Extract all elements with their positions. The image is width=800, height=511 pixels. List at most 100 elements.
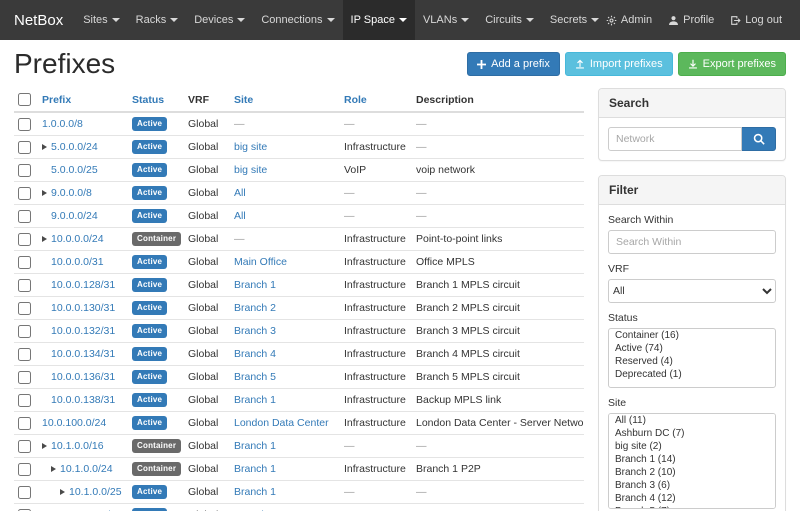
prefix-link[interactable]: 5.0.0.0/25 xyxy=(51,164,98,176)
row-checkbox[interactable] xyxy=(18,348,31,361)
nav-item-profile[interactable]: Profile xyxy=(660,0,722,40)
role-value: Infrastructure xyxy=(344,256,406,268)
add-a-prefix-button[interactable]: Add a prefix xyxy=(467,52,560,76)
row-checkbox[interactable] xyxy=(18,325,31,338)
prefix-link[interactable]: 10.1.0.0/24 xyxy=(60,463,113,475)
site-link[interactable]: big site xyxy=(234,141,267,153)
row-checkbox[interactable] xyxy=(18,417,31,430)
expand-caret-icon xyxy=(42,443,47,449)
prefix-link[interactable]: 5.0.0.0/24 xyxy=(51,141,98,153)
row-checkbox[interactable] xyxy=(18,164,31,177)
site-link[interactable]: Branch 2 xyxy=(234,302,276,314)
prefix-link[interactable]: 10.1.0.0/25 xyxy=(69,486,122,498)
role-cell: Infrastructure xyxy=(340,412,412,435)
site-link[interactable]: Branch 1 xyxy=(234,486,276,498)
site-filter-option[interactable]: Ashburn DC (7) xyxy=(609,427,775,440)
site-filter-option[interactable]: Branch 2 (10) xyxy=(609,466,775,479)
prefix-link[interactable]: 10.0.0.0/24 xyxy=(51,233,104,245)
column-header-role[interactable]: Role xyxy=(340,88,412,112)
row-checkbox[interactable] xyxy=(18,187,31,200)
brand[interactable]: NetBox xyxy=(10,0,75,40)
prefix-link[interactable]: 10.0.0.0/31 xyxy=(51,256,104,268)
row-checkbox[interactable] xyxy=(18,279,31,292)
site-filter-option[interactable]: All (11) xyxy=(609,414,775,427)
search-button[interactable] xyxy=(742,127,776,151)
search-input[interactable] xyxy=(608,127,742,151)
status-filter-option[interactable]: Active (74) xyxy=(609,342,775,355)
site-link[interactable]: Main Office xyxy=(234,256,287,268)
status-filter-option[interactable]: Reserved (4) xyxy=(609,355,775,368)
site-filter-option[interactable]: big site (2) xyxy=(609,440,775,453)
nav-item-sites[interactable]: Sites xyxy=(75,0,127,40)
vrf-select[interactable]: All xyxy=(608,279,776,303)
row-checkbox[interactable] xyxy=(18,302,31,315)
column-header-site[interactable]: Site xyxy=(230,88,340,112)
search-within-input[interactable] xyxy=(608,230,776,254)
site-link[interactable]: Branch 5 xyxy=(234,371,276,383)
site-filter-listbox[interactable]: All (11)Ashburn DC (7)big site (2)Branch… xyxy=(608,413,776,509)
row-select-cell xyxy=(14,251,38,274)
site-link[interactable]: Branch 4 xyxy=(234,348,276,360)
column-header-vrf: VRF xyxy=(184,88,230,112)
site-link[interactable]: Branch 3 xyxy=(234,325,276,337)
vrf-cell: Global xyxy=(184,366,230,389)
site-filter-option[interactable]: Branch 5 (7) xyxy=(609,505,775,509)
row-checkbox[interactable] xyxy=(18,118,31,131)
row-checkbox[interactable] xyxy=(18,256,31,269)
site-link[interactable]: All xyxy=(234,210,246,222)
nav-item-admin[interactable]: Admin xyxy=(598,0,660,40)
prefix-link[interactable]: 10.0.0.128/31 xyxy=(51,279,115,291)
status-filter-option[interactable]: Deprecated (1) xyxy=(609,368,775,381)
prefix-link[interactable]: 10.0.0.138/31 xyxy=(51,394,115,406)
site-link[interactable]: Branch 1 xyxy=(234,463,276,475)
prefix-link[interactable]: 9.0.0.0/8 xyxy=(51,187,92,199)
site-link[interactable]: big site xyxy=(234,164,267,176)
row-checkbox[interactable] xyxy=(18,141,31,154)
nav-item-connections[interactable]: Connections xyxy=(253,0,342,40)
prefix-link[interactable]: 10.0.100.0/24 xyxy=(42,417,106,429)
site-cell: — xyxy=(230,228,340,251)
prefix-link[interactable]: 1.0.0.0/8 xyxy=(42,118,83,130)
site-cell: Branch 1 xyxy=(230,389,340,412)
site-link[interactable]: Branch 1 xyxy=(234,440,276,452)
site-link[interactable]: Branch 1 xyxy=(234,394,276,406)
row-checkbox[interactable] xyxy=(18,486,31,499)
site-link[interactable]: Branch 1 xyxy=(234,279,276,291)
row-checkbox[interactable] xyxy=(18,233,31,246)
status-badge: Active xyxy=(132,347,167,361)
site-link[interactable]: London Data Center xyxy=(234,417,329,429)
nav-item-vlans[interactable]: VLANs xyxy=(415,0,477,40)
nav-item-racks[interactable]: Racks xyxy=(128,0,187,40)
nav-item-circuits[interactable]: Circuits xyxy=(477,0,542,40)
nav-item-log-out[interactable]: Log out xyxy=(722,0,790,40)
prefix-link[interactable]: 10.0.0.130/31 xyxy=(51,302,115,314)
prefix-link[interactable]: 10.0.0.132/31 xyxy=(51,325,115,337)
prefix-link[interactable]: 10.0.0.134/31 xyxy=(51,348,115,360)
select-all-checkbox[interactable] xyxy=(18,93,31,106)
nav-item-devices[interactable]: Devices xyxy=(186,0,253,40)
site-filter-option[interactable]: Branch 4 (12) xyxy=(609,492,775,505)
prefix-link[interactable]: 10.0.0.136/31 xyxy=(51,371,115,383)
prefix-link[interactable]: 9.0.0.0/24 xyxy=(51,210,98,222)
status-filter-listbox[interactable]: Container (16)Active (74)Reserved (4)Dep… xyxy=(608,328,776,388)
nav-item-ip-space[interactable]: IP Space xyxy=(343,0,415,40)
row-checkbox[interactable] xyxy=(18,394,31,407)
site-filter-option[interactable]: Branch 1 (14) xyxy=(609,453,775,466)
empty-dash: — xyxy=(344,187,355,199)
vrf-cell: Global xyxy=(184,205,230,228)
site-filter-option[interactable]: Branch 3 (6) xyxy=(609,479,775,492)
row-checkbox[interactable] xyxy=(18,463,31,476)
import-prefixes-button[interactable]: Import prefixes xyxy=(565,52,673,76)
row-checkbox[interactable] xyxy=(18,210,31,223)
prefix-link[interactable]: 10.1.0.0/16 xyxy=(51,440,104,452)
search-within-label: Search Within xyxy=(608,214,776,226)
row-checkbox[interactable] xyxy=(18,440,31,453)
table-row: 10.1.0.0/25ActiveGlobalBranch 1—— xyxy=(14,481,584,504)
export-prefixes-button[interactable]: Export prefixes xyxy=(678,52,786,76)
site-link[interactable]: All xyxy=(234,187,246,199)
row-checkbox[interactable] xyxy=(18,371,31,384)
empty-dash: — xyxy=(234,118,245,130)
column-header-prefix[interactable]: Prefix xyxy=(38,88,128,112)
status-filter-option[interactable]: Container (16) xyxy=(609,329,775,342)
column-header-status[interactable]: Status xyxy=(128,88,184,112)
